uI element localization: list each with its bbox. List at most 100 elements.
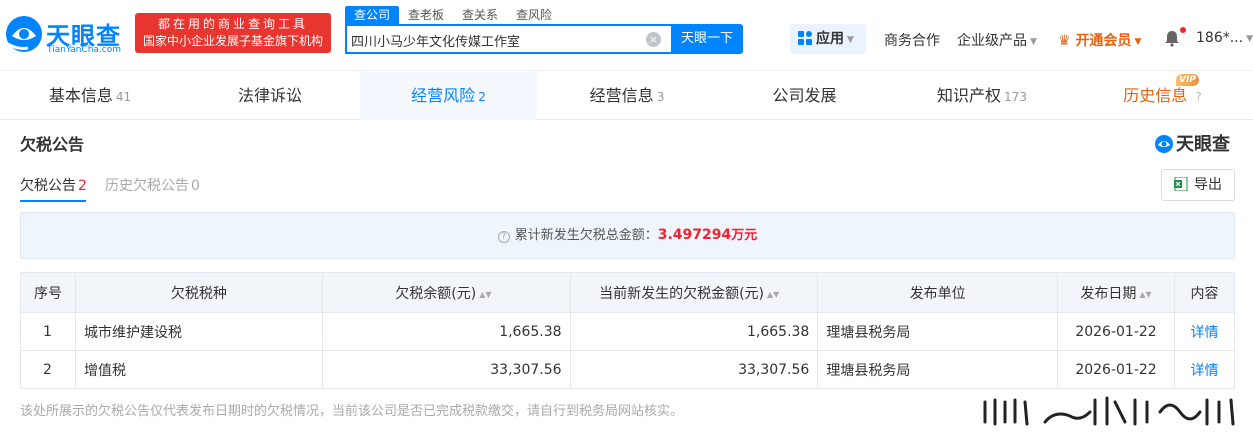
tianyancha-logo[interactable]: 天眼查 TianYanCha.com xyxy=(4,10,128,58)
tab-count: 2 xyxy=(478,90,486,104)
chevron-down-icon: ▼ xyxy=(1134,37,1142,47)
search-button[interactable]: 天眼一下 xyxy=(671,24,743,54)
subtab-history-tax-notice[interactable]: 历史欠税公告 0 xyxy=(105,175,200,202)
cell-action: 详情 xyxy=(1173,350,1236,389)
sort-icon: ▲▼ xyxy=(1139,289,1152,299)
summary-label: 累计新发生欠税总金额： xyxy=(514,228,658,243)
table-header-row: 序号 欠税税种 欠税余额(元) ▲▼ 当前新发生的欠税金额(元) ▲▼ 发布单位 发… xyxy=(20,272,1236,313)
search-tab-relation[interactable]: 查关系 xyxy=(453,6,507,24)
sort-icon: ▲▼ xyxy=(479,289,492,299)
chevron-down-icon: ▼ xyxy=(1030,37,1037,47)
section-tabs: 基本信息 41 法律诉讼 经营风险 2 经营信息 3 公司发展 知识产权 173 历史信… xyxy=(0,72,1253,120)
subtab-tax-notice[interactable]: 欠税公告 2 xyxy=(20,175,87,202)
search-tab-risk[interactable]: 查风险 xyxy=(507,6,561,24)
col-label: 当前新发生的欠税金额(元) xyxy=(599,285,765,302)
tab-label: 历史信息 xyxy=(1123,86,1188,105)
tab-label: 法律诉讼 xyxy=(237,86,302,105)
apps-grid-icon xyxy=(798,31,812,45)
cell-tax-type: 增值税 xyxy=(74,350,323,389)
app-menu-label: 应用 xyxy=(816,31,844,47)
col-label: 发布日期 xyxy=(1080,285,1137,302)
col-label: 欠税余额(元) xyxy=(395,285,477,302)
tab-business-info[interactable]: 经营信息 3 xyxy=(537,72,717,120)
subtab-count: 0 xyxy=(191,178,200,194)
nav-vip-label: 开通会员 xyxy=(1075,33,1132,49)
search-type-tabs: 查公司 查老板 查关系 查风险 xyxy=(345,6,561,24)
cell-new-amount: 33,307.56 xyxy=(569,350,819,389)
summary-amount: 3.497294 xyxy=(657,227,732,243)
user-menu[interactable]: 186*... ▼ xyxy=(1196,30,1253,46)
detail-link[interactable]: 详情 xyxy=(1190,325,1218,341)
cell-date: 2026-01-22 xyxy=(1057,312,1175,351)
clear-icon[interactable]: × xyxy=(646,32,661,47)
tax-notice-table: 序号 欠税税种 欠税余额(元) ▲▼ 当前新发生的欠税金额(元) ▲▼ 发布单位 发… xyxy=(20,272,1236,389)
subtab-label: 历史欠税公告 xyxy=(105,178,189,194)
table-row: 1 城市维护建设税 1,665.38 1,665.38 理塘县税务局 2026-… xyxy=(20,312,1236,351)
bell-icon[interactable] xyxy=(1163,29,1181,47)
summary-unit: 万元 xyxy=(731,228,758,243)
col-new-amount[interactable]: 当前新发生的欠税金额(元) ▲▼ xyxy=(569,272,819,313)
tab-count: 41 xyxy=(115,90,132,104)
nav-business-cooperation[interactable]: 商务合作 xyxy=(884,30,940,50)
subtab-label: 欠税公告 xyxy=(20,178,76,194)
notification-dot xyxy=(1180,27,1186,33)
nav-open-vip[interactable]: ♛ 开通会员 ▼ xyxy=(1058,30,1141,50)
tab-basic-info[interactable]: 基本信息 41 xyxy=(0,72,180,120)
col-content: 内容 xyxy=(1173,272,1236,313)
chevron-down-icon: ▼ xyxy=(847,35,854,45)
cell-index: 1 xyxy=(20,312,76,351)
summary-banner: ? 累计新发生欠税总金额：3.497294万元 xyxy=(20,212,1235,259)
tab-count: 3 xyxy=(656,90,665,104)
panel-title: 欠税公告 xyxy=(20,135,85,154)
excel-icon xyxy=(1174,177,1188,191)
col-balance[interactable]: 欠税余额(元) ▲▼ xyxy=(321,272,571,313)
cell-unit: 理塘县税务局 xyxy=(817,312,1059,351)
crown-icon: ♛ xyxy=(1058,33,1071,49)
col-index: 序号 xyxy=(20,272,76,313)
table-row: 2 增值税 33,307.56 33,307.56 理塘县税务局 2026-01… xyxy=(20,350,1236,389)
search-tab-company[interactable]: 查公司 xyxy=(345,6,400,24)
cell-new-amount: 1,665.38 xyxy=(569,312,819,351)
tab-history-info[interactable]: 历史信息 ? xyxy=(1072,72,1253,120)
export-button[interactable]: 导出 xyxy=(1161,169,1235,201)
chevron-down-icon: ▼ xyxy=(1246,34,1253,44)
search-box: × xyxy=(345,24,671,54)
detail-link[interactable]: 详情 xyxy=(1190,363,1218,379)
tab-count: 173 xyxy=(1004,90,1027,104)
slogan-line1: 都在用的商业查询工具 xyxy=(157,17,308,31)
footnote: 该处所展示的欠税公告仅代表发布日期时的欠税情况，当前该公司是否已完成税款缴交，请… xyxy=(20,404,684,419)
search-tab-boss[interactable]: 查老板 xyxy=(399,6,453,24)
sort-icon: ▲▼ xyxy=(767,289,780,299)
cell-index: 2 xyxy=(20,350,76,389)
logo-eye-icon xyxy=(6,16,42,52)
col-date[interactable]: 发布日期 ▲▼ xyxy=(1057,272,1175,313)
cell-tax-type: 城市维护建设税 xyxy=(74,312,323,351)
tab-company-development[interactable]: 公司发展 xyxy=(717,72,892,120)
brand-logo-icon xyxy=(1155,135,1173,153)
cell-balance: 33,307.56 xyxy=(321,350,571,389)
tab-label: 公司发展 xyxy=(772,86,837,105)
user-phone: 186*... xyxy=(1196,30,1244,46)
tab-label: 知识产权 xyxy=(937,86,1002,105)
help-icon: ? xyxy=(1195,90,1202,104)
app-menu-button[interactable]: 应用 ▼ xyxy=(790,24,866,54)
nav-enterprise-products[interactable]: 企业级产品 ▼ xyxy=(957,30,1037,50)
search-input[interactable] xyxy=(351,30,631,50)
top-header: 天眼查 TianYanCha.com 都在用的商业查询工具 国家中小企业发展子基… xyxy=(0,0,1253,71)
cell-action: 详情 xyxy=(1173,312,1236,351)
col-unit: 发布单位 xyxy=(817,272,1059,313)
logo-subtext: TianYanCha.com xyxy=(47,45,122,55)
tab-business-risk[interactable]: 经营风险 2 xyxy=(360,72,537,120)
vip-badge: VIP xyxy=(1176,74,1199,86)
export-label: 导出 xyxy=(1194,177,1222,193)
brand-text: 天眼查 xyxy=(1176,134,1230,155)
tab-legal[interactable]: 法律诉讼 xyxy=(180,72,360,120)
scribble-watermark-icon xyxy=(983,396,1235,426)
tab-label: 经营信息 xyxy=(589,86,654,105)
slogan-line2: 国家中小企业发展子基金旗下机构 xyxy=(142,34,323,48)
brand-watermark: 天眼查 xyxy=(1154,130,1230,155)
slogan-banner: 都在用的商业查询工具 国家中小企业发展子基金旗下机构 xyxy=(135,13,331,53)
cell-balance: 1,665.38 xyxy=(321,312,571,351)
tab-label: 经营风险 xyxy=(411,86,476,105)
tab-intellectual-property[interactable]: 知识产权 173 xyxy=(892,72,1072,120)
